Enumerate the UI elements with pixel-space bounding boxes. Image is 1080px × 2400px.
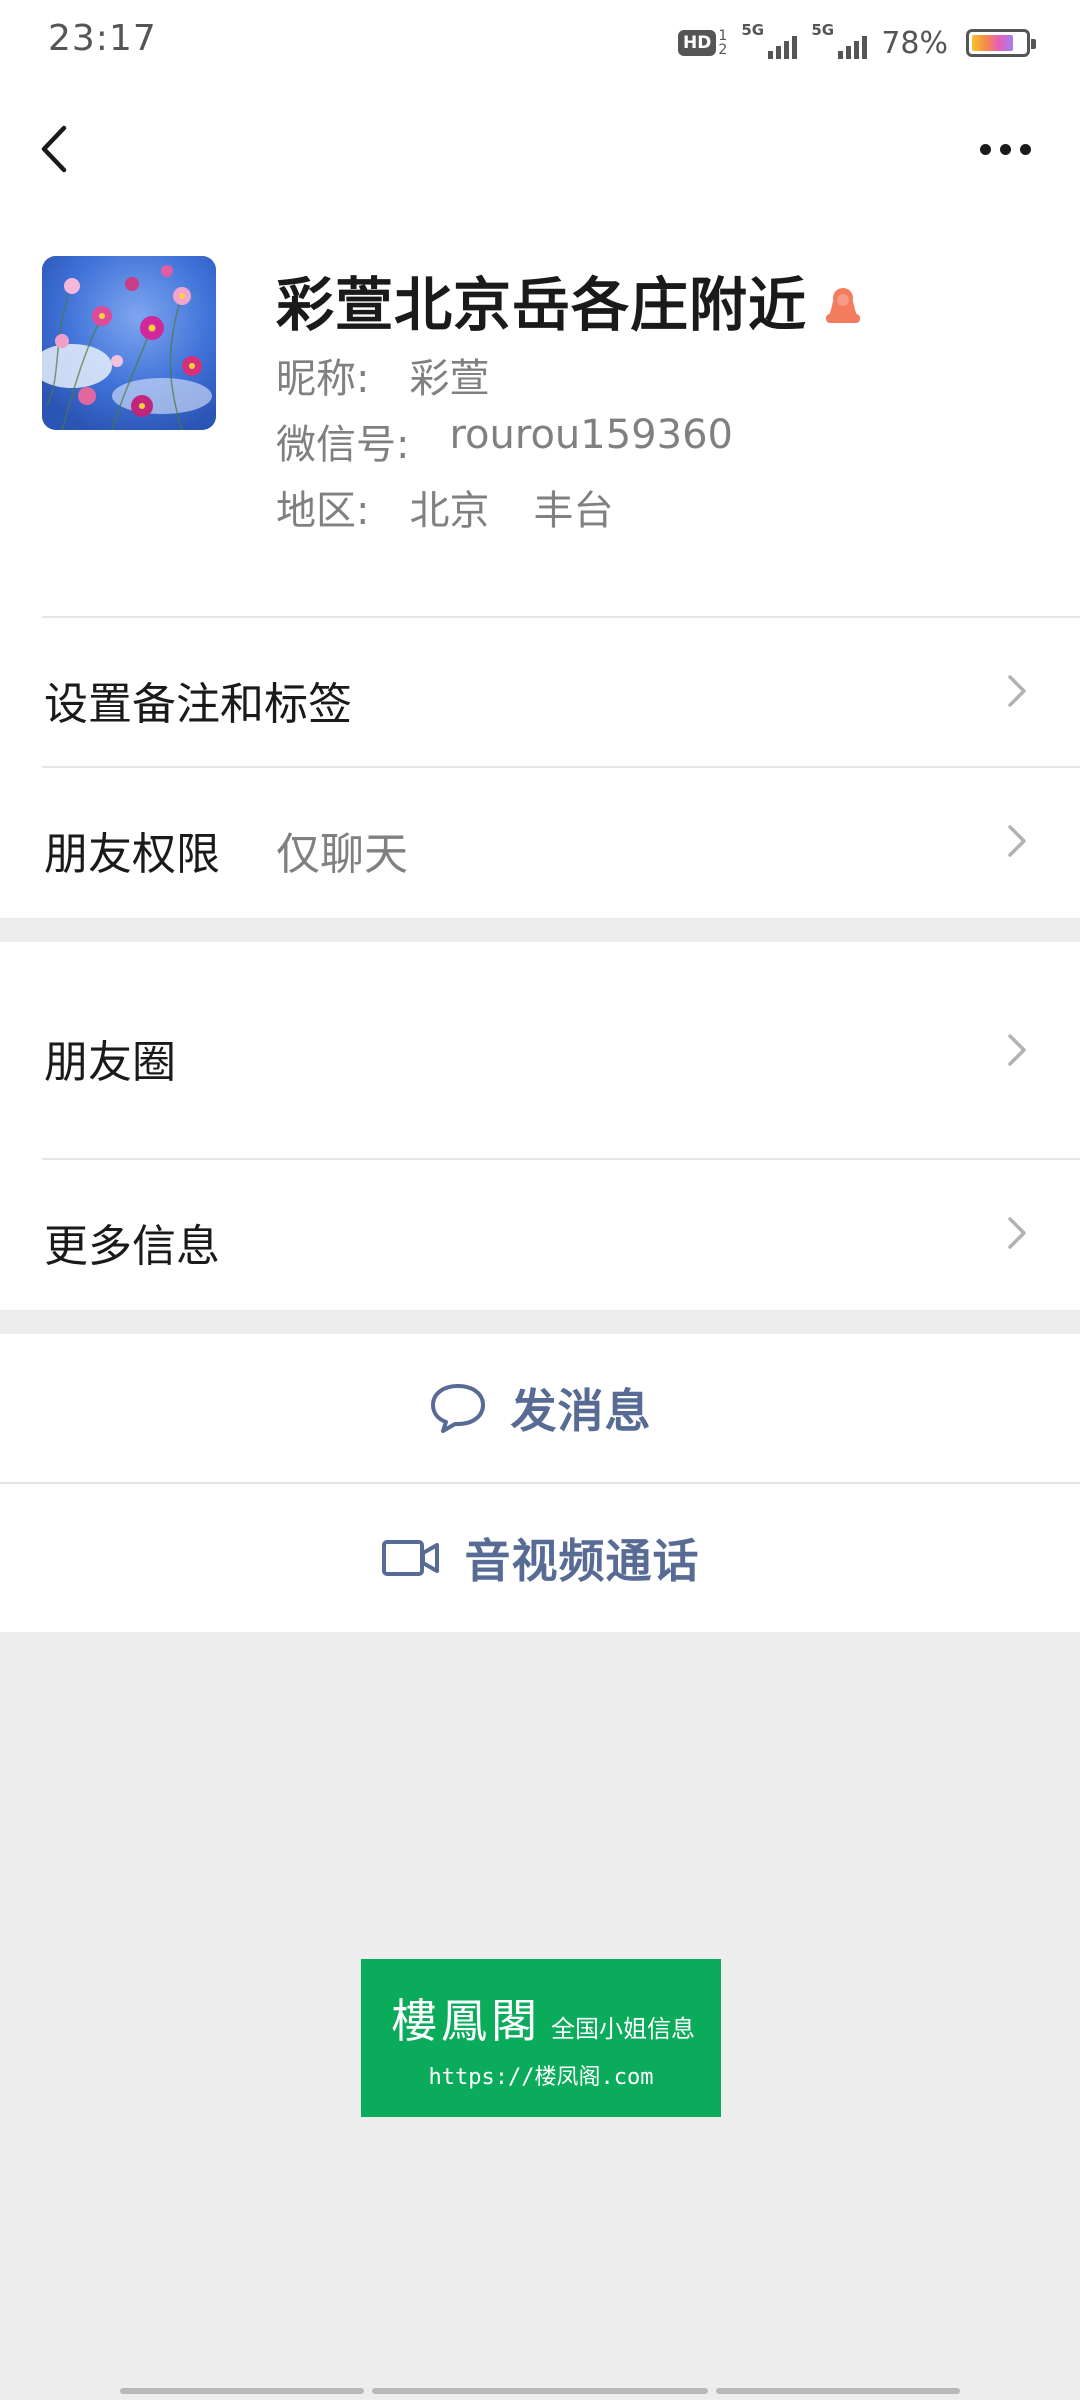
region-line: 地区: 北京 丰台 <box>276 478 613 536</box>
wechat-id-value[interactable]: rourou159360 <box>449 412 732 470</box>
wechat-id-label: 微信号: <box>276 422 410 468</box>
video-camera-icon <box>381 1540 439 1576</box>
profile-name-row: 彩萱北京岳各庄附近 <box>276 258 865 342</box>
profile-header: 彩萱北京岳各庄附近 昵称: 彩萱 微信号: rourou159360 地区: 北… <box>0 214 1080 616</box>
set-remark-label: 设置备注和标签 <box>44 679 352 730</box>
more-info-row[interactable]: 更多信息 <box>0 1158 1080 1310</box>
gesture-bar-left <box>120 2388 364 2394</box>
status-bar: 23:17 HD 1 2 5G 5G 78% <box>0 0 1080 84</box>
video-call-button[interactable]: 音视频通话 <box>0 1484 1080 1632</box>
more-dot <box>979 143 991 155</box>
battery-icon <box>966 29 1036 57</box>
female-icon <box>826 288 861 323</box>
signal-sim1-icon: 5G <box>741 21 798 63</box>
watermark-banner: 樓鳳閣 全国小姐信息 https://楼凤阁.com <box>361 1959 721 2117</box>
signal-sim2-icon: 5G <box>811 21 868 63</box>
moments-row[interactable]: 朋友圈 <box>0 942 1080 1158</box>
sim2-network-label: 5G <box>811 21 835 39</box>
gesture-bar-center[interactable] <box>372 2388 708 2394</box>
back-button[interactable] <box>30 114 80 184</box>
watermark-title: 樓鳳閣 <box>391 1994 541 2048</box>
chat-bubble-icon <box>430 1384 485 1433</box>
friend-permission-value: 仅聊天 <box>276 829 408 880</box>
friend-permission-label: 朋友权限 <box>44 829 220 880</box>
battery-level-fill <box>972 35 1013 51</box>
moments-label: 朋友圈 <box>44 1037 176 1088</box>
hd-sub-top: 1 <box>718 28 728 44</box>
chevron-right-icon <box>1008 675 1026 707</box>
send-message-label: 发消息 <box>510 1384 652 1438</box>
friend-permission-row[interactable]: 朋友权限 仅聊天 <box>0 766 1080 918</box>
chevron-right-icon <box>1008 1217 1026 1249</box>
profile-name: 彩萱北京岳各庄附近 <box>276 271 808 339</box>
nav-bar <box>0 84 1080 214</box>
video-call-label: 音视频通话 <box>464 1534 700 1588</box>
hd-sub-label: 1 2 <box>718 29 727 57</box>
more-options-button[interactable] <box>970 124 1040 174</box>
chevron-left-icon <box>41 125 67 173</box>
gesture-bar-right <box>716 2388 960 2394</box>
avatar-flowers-image <box>42 256 216 430</box>
region-label: 地区: <box>276 488 370 534</box>
more-dot <box>999 143 1011 155</box>
send-message-button[interactable]: 发消息 <box>0 1334 1080 1482</box>
wechat-id-line: 微信号: rourou159360 <box>276 412 733 470</box>
set-remark-row[interactable]: 设置备注和标签 <box>0 616 1080 766</box>
nickname-line: 昵称: 彩萱 <box>276 346 489 404</box>
battery-percent: 78% <box>881 25 948 61</box>
region-city: 北京 <box>409 488 490 534</box>
avatar[interactable] <box>42 256 216 430</box>
watermark-title-row: 樓鳳閣 全国小姐信息 <box>391 1985 695 2051</box>
nickname-value: 彩萱 <box>409 356 490 402</box>
chevron-right-icon <box>1008 825 1026 857</box>
nickname-label: 昵称: <box>276 356 370 402</box>
watermark-url: https://楼凤阁.com <box>428 2065 654 2090</box>
contact-profile-screen: 23:17 HD 1 2 5G 5G 78% 彩萱北京岳各庄附近 昵称: 彩萱 … <box>0 0 1080 2400</box>
divider <box>42 1158 1080 1160</box>
hd-sub-bottom: 2 <box>718 42 728 58</box>
divider <box>42 616 1080 618</box>
status-icons: HD 1 2 5G 5G 78% <box>678 21 1036 64</box>
sim1-network-label: 5G <box>741 21 765 39</box>
chevron-right-icon <box>1008 1034 1026 1066</box>
more-dot <box>1019 143 1031 155</box>
more-info-label: 更多信息 <box>44 1221 220 1272</box>
status-time: 23:17 <box>48 18 157 59</box>
hd-label: HD <box>678 30 717 56</box>
region-district: 丰台 <box>533 488 614 534</box>
watermark-subtitle: 全国小姐信息 <box>551 2015 695 2043</box>
divider <box>42 766 1080 768</box>
hd-voice-icon: HD 1 2 <box>678 29 727 57</box>
